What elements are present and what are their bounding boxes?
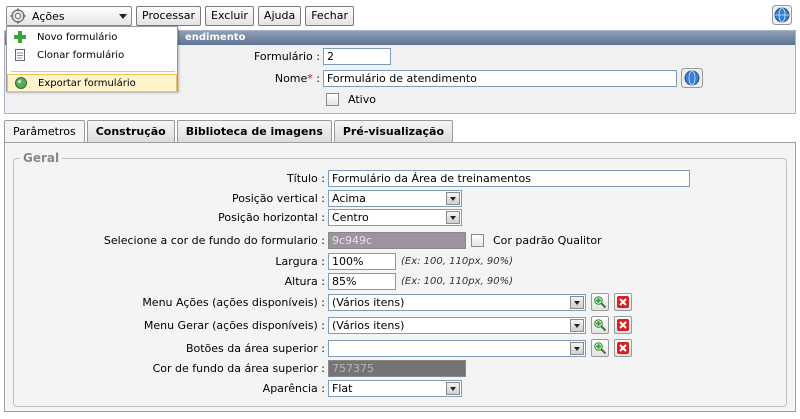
botoes-select[interactable] — [328, 339, 586, 357]
form-number-field[interactable]: 2 — [323, 48, 391, 65]
bg-color-field[interactable]: 9c949c — [328, 232, 466, 249]
search-add-icon — [594, 319, 607, 332]
form-label: Formulário : — [254, 50, 320, 63]
delete-button[interactable]: Excluir — [205, 6, 254, 26]
add-menu-gerar-button[interactable] — [591, 316, 609, 334]
actions-menu: Novo formulário Clonar formulário Export… — [6, 26, 178, 92]
tab-bar: Parâmetros Construção Biblioteca de imag… — [4, 120, 453, 143]
form-row: Formulário : 2 — [250, 48, 391, 65]
globe-icon[interactable] — [772, 5, 792, 25]
largura-field[interactable]: 100% — [328, 253, 396, 270]
remove-menu-acoes-button[interactable] — [614, 293, 632, 311]
menu-acoes-value: (Vários itens) — [332, 295, 405, 309]
globe-icon — [15, 77, 27, 89]
pos-horizontal-label: Posição horizontal : — [218, 211, 325, 224]
default-color-checkbox[interactable] — [471, 234, 484, 247]
translate-globe-icon[interactable] — [681, 68, 703, 88]
remove-menu-gerar-button[interactable] — [614, 316, 632, 334]
close-button[interactable]: Fechar — [305, 6, 354, 26]
toolbar: Ações Processar Excluir Ajuda Fechar — [6, 6, 354, 26]
menu-gerar-row: Menu Gerar (ações disponíveis) : (Vários… — [20, 316, 632, 334]
active-row: Ativo — [326, 93, 376, 106]
active-label: Ativo — [348, 93, 376, 106]
chevron-down-icon — [570, 318, 584, 332]
chevron-down-icon — [446, 211, 460, 224]
tab-biblioteca-imagens[interactable]: Biblioteca de imagens — [176, 120, 332, 142]
menu-gerar-select[interactable]: (Vários itens) — [328, 316, 586, 334]
document-icon — [15, 49, 25, 61]
process-button[interactable]: Processar — [136, 6, 201, 26]
name-label: Nome — [274, 71, 308, 85]
largura-label: Largura : — [275, 255, 325, 268]
pos-horizontal-select[interactable]: Centro — [328, 209, 462, 226]
aparencia-value: Flat — [332, 382, 353, 395]
menu-gerar-value: (Vários itens) — [332, 318, 405, 332]
tab-parametros[interactable]: Parâmetros — [4, 120, 85, 143]
search-add-icon — [594, 342, 607, 355]
largura-hint: (Ex: 100, 110px, 90%) — [401, 256, 513, 267]
chevron-down-icon — [446, 192, 460, 205]
cor-superior-label: Cor de fundo da área superior : — [152, 362, 325, 375]
add-botoes-button[interactable] — [591, 339, 609, 357]
pos-vertical-select[interactable]: Acima — [328, 190, 462, 207]
chevron-down-icon — [570, 295, 584, 309]
largura-row: Largura : 100% (Ex: 100, 110px, 90%) — [20, 253, 513, 270]
menu-gerar-label: Menu Gerar (ações disponíveis) : — [143, 318, 325, 332]
name-field[interactable]: Formulário de atendimento — [323, 69, 677, 87]
menu-item-label: Exportar formulário — [38, 77, 136, 89]
menu-item-export-form[interactable]: Exportar formulário — [7, 74, 177, 92]
titulo-label: Título : — [286, 172, 325, 185]
titulo-field[interactable]: Formulário da Área de treinamentos — [328, 170, 690, 187]
menu-item-new-form[interactable]: Novo formulário — [7, 28, 177, 46]
altura-field[interactable]: 85% — [328, 273, 396, 290]
actions-dropdown[interactable]: Ações — [6, 6, 132, 26]
titulo-row: Título : Formulário da Área de treinamen… — [20, 170, 690, 187]
aparencia-row: Aparência : Flat — [20, 380, 462, 397]
pos-vertical-label: Posição vertical : — [232, 192, 325, 205]
bg-color-label: Selecione a cor de fundo do formulario : — [103, 234, 325, 247]
tab-construcao[interactable]: Construção — [86, 120, 175, 142]
name-label-wrap: Nome* : — [250, 72, 320, 85]
aparencia-label: Aparência : — [262, 382, 325, 395]
pos-vertical-value: Acima — [332, 192, 366, 205]
close-icon — [617, 342, 629, 354]
tab-pre-visualizacao[interactable]: Pré-visualização — [333, 120, 453, 142]
altura-hint: (Ex: 100, 110px, 90%) — [401, 276, 513, 287]
active-checkbox[interactable] — [326, 93, 339, 106]
menu-divider — [11, 71, 175, 72]
help-button[interactable]: Ajuda — [257, 6, 302, 26]
menu-item-label: Novo formulário — [37, 31, 118, 43]
actions-label: Ações — [32, 9, 65, 23]
menu-item-clone-form[interactable]: Clonar formulário — [7, 46, 177, 64]
bg-color-row: Selecione a cor de fundo do formulario :… — [20, 232, 602, 249]
chevron-down-icon — [446, 382, 460, 395]
add-menu-acoes-button[interactable] — [591, 293, 609, 311]
botoes-row: Botões da área superior : — [20, 339, 632, 357]
plus-icon — [14, 31, 26, 43]
close-icon — [617, 319, 629, 331]
menu-acoes-select[interactable]: (Vários itens) — [328, 293, 586, 311]
chevron-down-icon — [570, 341, 584, 355]
gear-icon — [10, 8, 26, 24]
pos-horizontal-row: Posição horizontal : Centro — [20, 209, 462, 226]
menu-acoes-row: Menu Ações (ações disponíveis) : (Vários… — [20, 293, 632, 311]
menu-item-label: Clonar formulário — [37, 49, 125, 61]
cor-superior-field[interactable]: 757375 — [328, 360, 466, 377]
cor-superior-row: Cor de fundo da área superior : 757375 — [20, 360, 466, 377]
pos-horizontal-value: Centro — [332, 211, 369, 224]
altura-label: Altura : — [284, 275, 325, 288]
chevron-down-icon — [119, 14, 127, 19]
aparencia-select[interactable]: Flat — [328, 380, 462, 397]
altura-row: Altura : 85% (Ex: 100, 110px, 90%) — [20, 273, 513, 290]
name-label-suffix: : — [312, 71, 320, 85]
menu-acoes-label: Menu Ações (ações disponíveis) : — [142, 295, 325, 309]
remove-botoes-button[interactable] — [614, 339, 632, 357]
search-add-icon — [594, 296, 607, 309]
pos-vertical-row: Posição vertical : Acima — [20, 190, 462, 207]
name-row: Nome* : Formulário de atendimento — [250, 68, 703, 88]
default-color-label: Cor padrão Qualitor — [493, 234, 602, 247]
close-icon — [617, 296, 629, 308]
geral-legend: Geral — [23, 151, 60, 165]
botoes-label: Botões da área superior : — [185, 341, 325, 355]
